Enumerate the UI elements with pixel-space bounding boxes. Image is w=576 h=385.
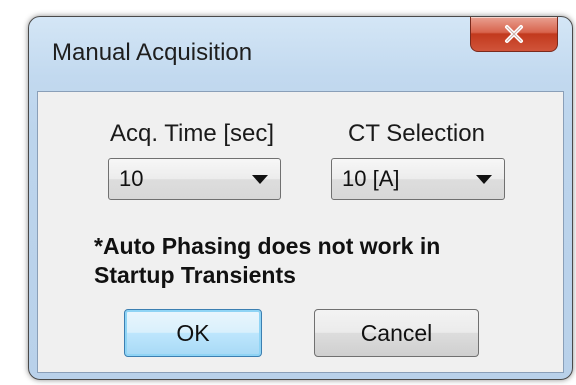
acq-time-label: Acq. Time [sec]: [110, 120, 275, 147]
auto-phasing-note: *Auto Phasing does not work in Startup T…: [94, 232, 440, 290]
chevron-down-icon: [476, 175, 492, 184]
note-line-1: *Auto Phasing does not work in: [94, 233, 441, 259]
chevron-down-icon: [252, 175, 268, 184]
ct-selection-dropdown[interactable]: 10 [A]: [331, 158, 505, 200]
cancel-button[interactable]: Cancel: [314, 309, 479, 357]
close-x-icon: [505, 25, 523, 43]
ct-selection-value: 10 [A]: [342, 166, 400, 191]
acq-time-dropdown[interactable]: 10: [108, 158, 281, 200]
dialog-client-area: Acq. Time [sec] CT Selection 10 10 [A] *…: [37, 91, 564, 373]
dialog-window: Manual Acquisition Acq. Time [sec] CT Se…: [28, 16, 573, 380]
acq-time-value: 10: [119, 166, 144, 191]
window-title: Manual Acquisition: [52, 39, 253, 66]
ok-button[interactable]: OK: [124, 309, 262, 357]
close-button[interactable]: [470, 17, 558, 52]
ct-selection-label: CT Selection: [348, 120, 485, 147]
note-line-2: Startup Transients: [94, 262, 296, 288]
